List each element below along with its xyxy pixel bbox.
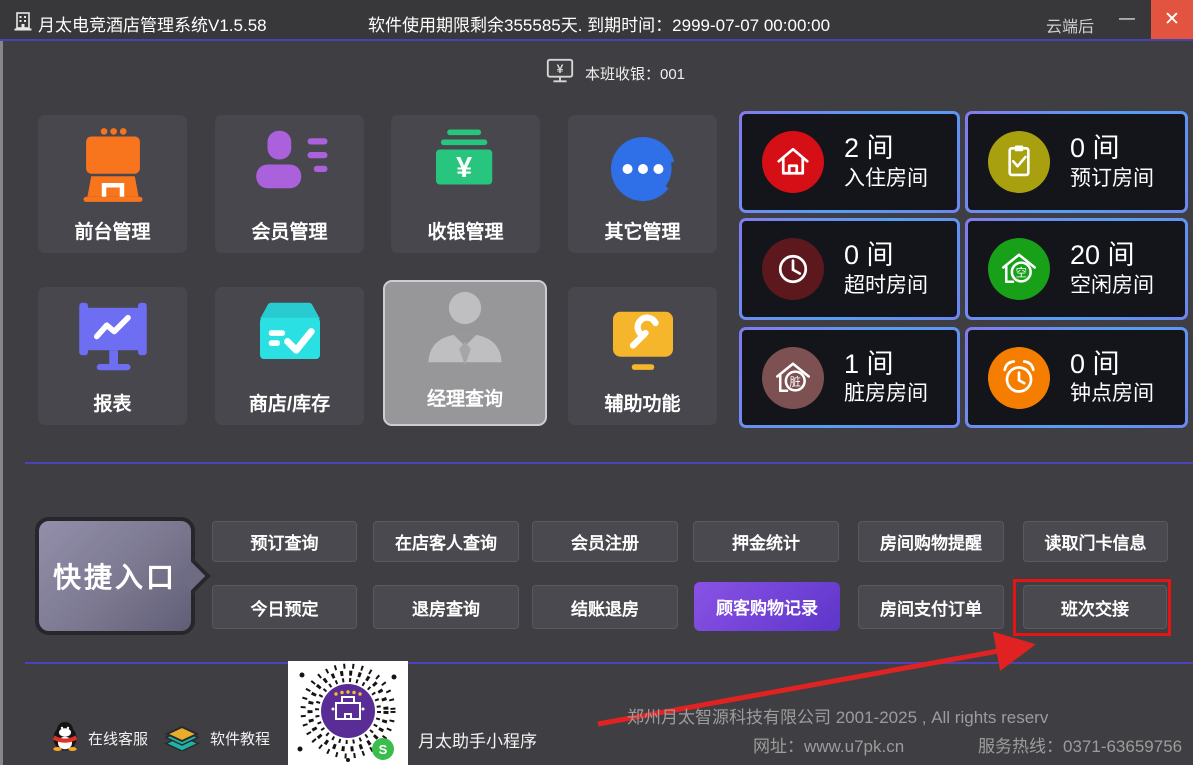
storefront-icon [72, 115, 154, 207]
svg-text:空: 空 [1016, 266, 1027, 280]
status-dirty-rooms[interactable]: 脏 1 间 脏房房间 [739, 327, 960, 428]
button-settle-checkout[interactable]: 结账退房 [532, 585, 678, 629]
tile-cashier-management[interactable]: ¥ 收银管理 [391, 115, 540, 253]
tile-label: 报表 [93, 389, 131, 416]
vacant-house-icon: 空 [988, 238, 1050, 300]
clipboard-check-icon [988, 131, 1050, 193]
tile-auxiliary-functions[interactable]: 辅助功能 [568, 287, 717, 425]
status-count: 0 间 [1070, 348, 1154, 382]
status-count: 2 间 [844, 132, 928, 166]
button-shift-handover[interactable]: 班次交接 [1023, 585, 1167, 629]
chart-board-icon [73, 287, 153, 379]
quick-entry-label: 快捷入口 [53, 556, 177, 596]
tile-manager-query[interactable]: 经理查询 [383, 280, 547, 426]
svg-text:脏: 脏 [790, 374, 801, 388]
button-reservation-query[interactable]: 预订查询 [212, 521, 357, 562]
clock-icon [762, 238, 824, 300]
svg-text:¥: ¥ [557, 62, 564, 76]
svg-text:S: S [379, 742, 388, 757]
status-count: 0 间 [844, 239, 928, 273]
title-bar: 月太电竞酒店管理系统V1.5.58 软件使用期限剩余355585天. 到期时间：… [0, 0, 1193, 41]
status-label: 钟点房间 [1070, 381, 1154, 407]
status-vacant-rooms[interactable]: 空 20 间 空闲房间 [965, 218, 1188, 320]
button-in-house-guest-query[interactable]: 在店客人查询 [373, 521, 519, 562]
alarm-clock-icon [988, 347, 1050, 409]
status-label: 空闲房间 [1070, 273, 1154, 299]
tile-member-management[interactable]: 会员管理 [215, 115, 364, 253]
ellipsis-circle-icon [605, 115, 681, 207]
status-count: 1 间 [844, 348, 928, 382]
member-person-icon [250, 115, 330, 207]
cloud-backend-link[interactable]: 云端后 [1046, 13, 1094, 37]
website-text: 网址：www.u7pk.cn [753, 732, 904, 757]
status-reserved-rooms[interactable]: 0 间 预订房间 [965, 111, 1188, 213]
license-expiry-text: 软件使用期限剩余355585天. 到期时间：2999-07-07 00:00:0… [368, 11, 830, 36]
cash-yuan-icon: ¥ [426, 115, 506, 207]
cashier-monitor-icon: ¥ [545, 56, 575, 86]
status-label: 入住房间 [844, 166, 928, 192]
tutorial-books-icon[interactable] [163, 721, 201, 751]
inventory-box-icon [250, 287, 330, 379]
tile-other-management[interactable]: 其它管理 [568, 115, 717, 253]
button-member-register[interactable]: 会员注册 [532, 521, 678, 562]
button-room-shopping-reminder[interactable]: 房间购物提醒 [858, 521, 1004, 562]
house-icon [762, 131, 824, 193]
button-read-door-card[interactable]: 读取门卡信息 [1023, 521, 1168, 562]
online-service-link[interactable]: 在线客服 [88, 728, 148, 749]
service-hotline-text: 服务热线：0371-63659756 [978, 732, 1182, 757]
tile-label: 商店/库存 [249, 389, 330, 416]
dirty-house-icon: 脏 [762, 347, 824, 409]
tile-label: 收银管理 [427, 217, 503, 244]
button-room-payment-orders[interactable]: 房间支付订单 [858, 585, 1004, 629]
status-label: 预订房间 [1070, 166, 1154, 192]
tile-label: 会员管理 [251, 217, 327, 244]
window-left-edge [0, 41, 3, 765]
button-checkout-query[interactable]: 退房查询 [373, 585, 519, 629]
tile-reports[interactable]: 报表 [38, 287, 187, 425]
svg-text:¥: ¥ [456, 152, 472, 184]
button-deposit-statistics[interactable]: 押金统计 [693, 521, 839, 562]
qq-penguin-icon[interactable] [50, 719, 80, 751]
quick-entry-bubble: 快捷入口 [35, 517, 195, 635]
bubble-tail [177, 559, 211, 593]
tile-label: 辅助功能 [604, 389, 680, 416]
status-count: 20 间 [1070, 239, 1154, 273]
status-occupied-rooms[interactable]: 2 间 入住房间 [739, 111, 960, 213]
wrench-monitor-icon [603, 287, 683, 379]
current-shift-cashier-label: 本班收银：001 [585, 63, 685, 84]
tile-store-inventory[interactable]: 商店/库存 [215, 287, 364, 425]
software-tutorial-link[interactable]: 软件教程 [210, 728, 270, 749]
button-customer-purchase-records[interactable]: 顾客购物记录 [694, 582, 840, 631]
button-today-reservation[interactable]: 今日预定 [212, 585, 357, 629]
divider-top [25, 462, 1193, 464]
hotel-management-main-window: 月太电竞酒店管理系统V1.5.58 软件使用期限剩余355585天. 到期时间：… [0, 0, 1193, 765]
tile-label: 经理查询 [427, 384, 503, 411]
minimize-button[interactable]: — [1112, 0, 1142, 38]
status-label: 脏房房间 [844, 381, 928, 407]
tile-front-desk[interactable]: 前台管理 [38, 115, 187, 253]
tile-label: 其它管理 [604, 217, 680, 244]
manager-person-icon [417, 282, 513, 374]
status-count: 0 间 [1070, 132, 1154, 166]
company-copyright-text: 郑州月太智源科技有限公司 2001-2025 , All rights rese… [627, 703, 1048, 728]
status-hourly-rooms[interactable]: 0 间 钟点房间 [965, 327, 1188, 428]
tile-label: 前台管理 [74, 217, 150, 244]
status-overtime-rooms[interactable]: 0 间 超时房间 [739, 218, 960, 320]
miniprogram-qr-code: S [288, 661, 408, 765]
app-logo-icon [13, 10, 33, 32]
status-label: 超时房间 [844, 273, 928, 299]
miniprogram-label: 月太助手小程序 [418, 727, 537, 752]
window-title: 月太电竞酒店管理系统V1.5.58 [38, 11, 267, 36]
close-button[interactable]: ✕ [1151, 0, 1193, 39]
